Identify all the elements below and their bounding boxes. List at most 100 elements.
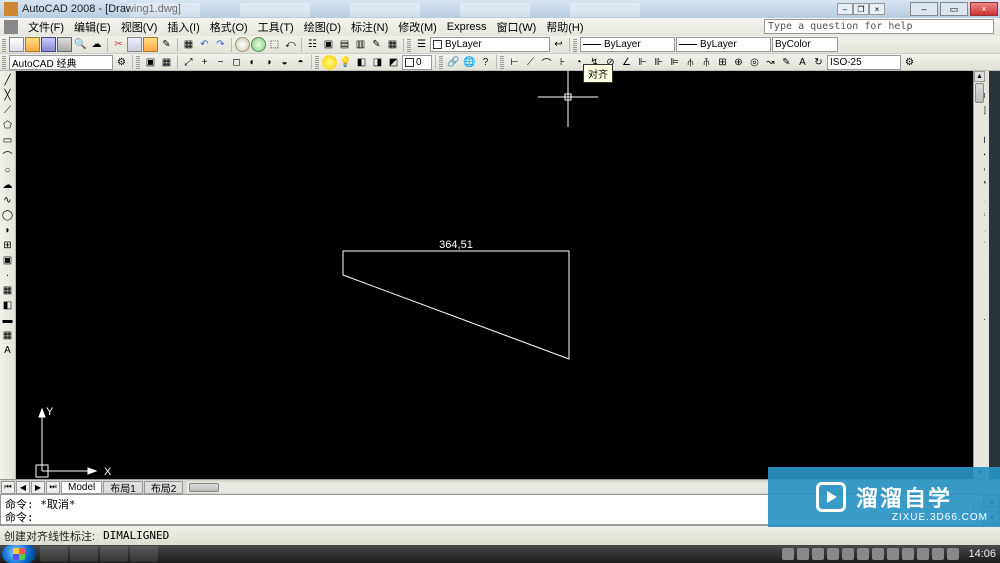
plotstyle-combo[interactable]: ByColor [772,37,838,52]
tray-icon[interactable] [932,548,944,560]
layer-properties-button[interactable]: ☰ [414,37,429,52]
materials-button[interactable]: ◩ [386,55,401,70]
insert-block-tool[interactable]: ⊞ [1,238,15,252]
polyline-tool[interactable]: ⟋ [1,103,15,117]
jogged-linear-button[interactable]: ↝ [763,55,778,70]
tray-icon[interactable] [947,548,959,560]
match-properties-button[interactable]: ✎ [159,37,174,52]
scroll-thumb[interactable] [975,83,984,103]
region-tool[interactable]: ▬ [1,313,15,327]
3dorbit-button[interactable]: ◑ [261,55,276,70]
layer-previous-button[interactable]: ↩ [551,37,566,52]
zoom-realtime-button[interactable] [251,37,266,52]
tab-next-button[interactable]: ▶ [31,481,45,494]
spline-tool[interactable]: ∿ [1,193,15,207]
fly-button[interactable]: ◓ [293,55,308,70]
mdi-restore-button[interactable]: ❐ [853,3,869,15]
current-layer-state[interactable]: 0 [402,55,432,70]
tray-icon[interactable] [812,548,824,560]
taskbar-app-4[interactable] [130,546,158,562]
open-button[interactable] [25,37,40,52]
zoom-previous-button[interactable]: ⤺ [283,37,298,52]
maximize-button[interactable]: ▭ [940,2,968,16]
zoom-extents-button[interactable]: ⤢ [181,55,196,70]
dimstyle-combo[interactable]: ISO-25 [827,55,901,70]
dim-angular-button[interactable]: ∠ [619,55,634,70]
publish-button[interactable]: ☁ [89,37,104,52]
orbit-button[interactable]: ◐ [245,55,260,70]
polygon-tool[interactable]: ⬠ [1,118,15,132]
menu-draw[interactable]: 绘图(D) [300,19,345,35]
copy-button[interactable] [127,37,142,52]
block-editor-button[interactable]: ▦ [181,37,196,52]
dim-ordinate-button[interactable]: ⊦ [555,55,570,70]
line-tool[interactable]: ╱ [1,73,15,87]
drawing-canvas[interactable]: 364,51 X Y ▲ ▼ [16,71,973,479]
inspect-button[interactable]: ◎ [747,55,762,70]
arc-tool[interactable]: ⌒ [1,148,15,162]
tray-icon[interactable] [842,548,854,560]
dim-aligned-button[interactable]: ⟋ [523,55,538,70]
menu-dimension[interactable]: 标注(N) [347,19,392,35]
toolbar-grip[interactable] [2,38,6,52]
mdi-minimize-button[interactable]: – [837,3,853,15]
ellipse-arc-tool[interactable]: ◗ [1,223,15,237]
pan-button[interactable] [235,37,250,52]
sheet-set-button[interactable]: ▥ [353,37,368,52]
menu-edit[interactable]: 编辑(E) [70,19,115,35]
dim-continue-button[interactable]: ⊫ [667,55,682,70]
menu-modify[interactable]: 修改(M) [394,19,441,35]
tray-icon[interactable] [917,548,929,560]
redo-button[interactable]: ↷ [213,37,228,52]
construction-line-tool[interactable]: ╳ [1,88,15,102]
tab-model[interactable]: Model [61,481,102,494]
zoom-in-button[interactable]: + [197,55,212,70]
tray-icon[interactable] [827,548,839,560]
revision-cloud-tool[interactable]: ☁ [1,178,15,192]
tolerance-button[interactable]: ⊞ [715,55,730,70]
minimize-button[interactable]: – [910,2,938,16]
viewport-button[interactable]: ▦ [159,55,174,70]
quickcalc-button[interactable]: ▦ [385,37,400,52]
sun-button[interactable] [322,55,337,70]
markup-button[interactable]: ✎ [369,37,384,52]
taskbar-app-3[interactable] [100,546,128,562]
menu-file[interactable]: 文件(F) [24,19,68,35]
menu-express[interactable]: Express [443,21,491,33]
named-views-button[interactable]: ▣ [143,55,158,70]
linetype-combo[interactable]: ByLayer [580,37,675,52]
start-button[interactable] [2,545,36,563]
tab-prev-button[interactable]: ◀ [16,481,30,494]
menu-view[interactable]: 视图(V) [117,19,162,35]
dim-break-button[interactable]: ⫚ [699,55,714,70]
layer-combo[interactable]: ByLayer [430,37,550,52]
properties-button[interactable]: ☷ [305,37,320,52]
tray-icon[interactable] [782,548,794,560]
close-button[interactable]: × [970,2,998,16]
tab-last-button[interactable]: ⏭ [46,481,60,494]
workspace-combo[interactable]: AutoCAD 经典 [9,55,113,70]
tray-icon[interactable] [872,548,884,560]
dimstyle-manager-button[interactable]: ⚙ [902,55,917,70]
rectangle-tool[interactable]: ▭ [1,133,15,147]
dim-space-button[interactable]: ⫛ [683,55,698,70]
gradient-tool[interactable]: ◧ [1,298,15,312]
tray-icon[interactable] [797,548,809,560]
hyperlink-button[interactable]: 🔗 [446,55,461,70]
dim-linear-button[interactable]: ⊢ [507,55,522,70]
dim-arc-button[interactable]: ⌒ [539,55,554,70]
help-search-input[interactable]: Type a question for help [764,19,994,34]
menu-help[interactable]: 帮助(H) [542,19,587,35]
center-mark-button[interactable]: ⊕ [731,55,746,70]
save-button[interactable] [41,37,56,52]
help-button[interactable]: ? [478,55,493,70]
taskbar-clock[interactable]: 14:06 [968,548,996,560]
toolbar-grip[interactable] [407,38,411,52]
scroll-up-button[interactable]: ▲ [974,71,985,82]
toolbar-grip[interactable] [439,55,443,69]
new-button[interactable] [9,37,24,52]
render-button[interactable]: ◨ [370,55,385,70]
cut-button[interactable]: ✂ [111,37,126,52]
circle-tool[interactable]: ○ [1,163,15,177]
tray-icon[interactable] [902,548,914,560]
